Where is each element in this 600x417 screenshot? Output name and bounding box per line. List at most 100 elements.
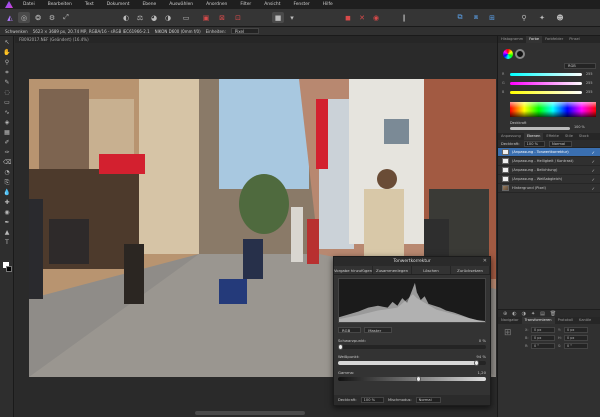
view-tool-icon[interactable]: ✋ — [3, 49, 11, 56]
zoom-tool-icon[interactable]: ⚲ — [3, 59, 11, 66]
menu-item-bearbeiten[interactable]: Bearbeiten — [48, 2, 72, 7]
red-eye-tool-icon[interactable]: ◉ — [3, 209, 11, 216]
delete-button[interactable]: Löschen — [412, 266, 451, 274]
add-layer-icon[interactable]: ⊕ — [503, 311, 507, 317]
flag-red-icon[interactable]: ◼ — [342, 12, 354, 23]
tab-swatches[interactable]: Farbfelder — [542, 36, 566, 43]
g-slider[interactable] — [510, 82, 582, 85]
crop-tool-icon[interactable]: ⌗ — [3, 69, 11, 76]
dropdown-chevron-icon[interactable]: ▾ — [286, 12, 298, 23]
b-slider[interactable] — [510, 91, 582, 94]
group-layer-icon[interactable]: ▤ — [540, 311, 545, 317]
rect-marquee-icon[interactable]: ▭ — [3, 99, 11, 106]
transform-field-x[interactable]: 0 px — [531, 327, 555, 333]
anchor-grid-icon[interactable]: ⊞ — [504, 328, 512, 338]
layer-opacity-field[interactable]: 100 % — [523, 140, 546, 147]
flood-fill-icon[interactable]: ◈ — [3, 119, 11, 126]
color-opacity-value[interactable]: 100 % — [574, 125, 585, 129]
blur-tool-icon[interactable]: 💧 — [3, 189, 11, 196]
gradient-tool-icon[interactable]: ▦ — [3, 129, 11, 136]
transform-field-w[interactable]: 0 px — [531, 335, 555, 341]
color-wheel-icon[interactable]: ◕ — [148, 12, 160, 23]
stroke-color-ring-icon[interactable] — [515, 49, 525, 59]
transform-field-h[interactable]: 0 px — [564, 335, 588, 341]
selection-invert-icon[interactable]: ⊡ — [232, 12, 244, 23]
paint-brush-icon[interactable]: ✐ — [3, 139, 11, 146]
arrange-front-icon[interactable]: ⧉ — [454, 12, 466, 23]
menu-item-hilfe[interactable]: Hilfe — [323, 2, 333, 7]
white-point-slider[interactable] — [338, 360, 486, 366]
horizontal-scrollbar[interactable] — [195, 411, 305, 415]
tab-color[interactable]: Farbe — [526, 36, 543, 43]
pen-tool-icon[interactable]: ✒ — [3, 219, 11, 226]
tab-channels[interactable]: Kanäle — [576, 317, 594, 324]
merge-button[interactable]: Zusammenlegen — [373, 266, 412, 274]
menu-item-dokument[interactable]: Dokument — [107, 2, 130, 7]
tab-layers[interactable]: Ebenen — [523, 133, 544, 140]
color-replace-icon[interactable]: ✑ — [3, 149, 11, 156]
mode-dropdown[interactable]: Master — [364, 327, 393, 333]
group-icon[interactable]: ⊞ — [486, 12, 498, 23]
healing-tool-icon[interactable]: ✚ — [3, 199, 11, 206]
fx-layer-icon[interactable]: ✦ — [531, 311, 535, 317]
develop-persona-icon[interactable]: ⚙ — [46, 12, 58, 23]
delete-layer-icon[interactable]: 🗑 — [550, 311, 556, 317]
tab-transform[interactable]: Transformieren — [521, 317, 555, 324]
gamma-value[interactable]: 1,20 — [478, 370, 486, 375]
snap-icon[interactable]: ⚲ — [518, 12, 530, 23]
menu-item-fenster[interactable]: Fenster — [293, 2, 309, 7]
fill-color-wheel-icon[interactable] — [503, 49, 513, 59]
layer-blend-dropdown[interactable]: Normal — [549, 140, 573, 147]
color-opacity-slider[interactable] — [510, 127, 570, 130]
balance-icon[interactable]: ⚖ — [134, 12, 146, 23]
transform-field-y[interactable]: 0 px — [564, 327, 588, 333]
erase-tool-icon[interactable]: ⌫ — [3, 159, 11, 166]
text-tool-icon[interactable]: T — [3, 239, 11, 246]
flag-target-icon[interactable]: ◉ — [370, 12, 382, 23]
menu-item-datei[interactable]: Datei — [23, 2, 35, 7]
tab-history[interactable]: Protokoll — [555, 317, 576, 324]
menu-item-text[interactable]: Text — [85, 2, 94, 7]
rectangle-select-icon[interactable]: ▭ — [180, 12, 192, 23]
user-icon[interactable]: ☻ — [554, 12, 566, 23]
document-tab[interactable]: FB092017.NEF (Geändert) (16.4%) — [15, 36, 497, 43]
menu-item-filter[interactable]: Filter — [240, 2, 251, 7]
selection-clear-icon[interactable]: ⊠ — [216, 12, 228, 23]
visibility-check-icon[interactable]: ✓ — [592, 186, 595, 191]
add-preset-button[interactable]: Vorgabe hinzufügen — [334, 266, 373, 274]
quick-mask-icon[interactable]: ■ — [272, 12, 284, 23]
visibility-check-icon[interactable]: ✓ — [592, 168, 595, 173]
menu-item-ansicht[interactable]: Ansicht — [264, 2, 280, 7]
menu-item-auswaehlen[interactable]: Auswählen — [169, 2, 193, 7]
contrast-icon[interactable]: ◐ — [120, 12, 132, 23]
dialog-titlebar[interactable]: Tonwertkorrektur ✕ — [334, 257, 490, 266]
arrange-back-icon[interactable]: ⧈ — [470, 12, 482, 23]
r-slider[interactable] — [510, 73, 582, 76]
color-spectrum[interactable] — [510, 102, 596, 117]
secondary-color-swatch[interactable] — [6, 266, 12, 272]
opacity-field[interactable]: 100 % — [360, 397, 385, 403]
photo-persona-icon[interactable]: ◎ — [18, 12, 30, 23]
gamma-slider[interactable] — [338, 376, 486, 382]
units-dropdown[interactable]: Pixel — [230, 28, 260, 34]
gamma-knob[interactable] — [416, 376, 422, 382]
tab-adjustment[interactable]: Anpassung — [498, 133, 524, 140]
layer-item[interactable]: (Anpassung - Weißabgleich) ✓ — [498, 175, 600, 184]
visibility-check-icon[interactable]: ✓ — [592, 177, 595, 182]
layer-item[interactable]: Hintergrund (Pixel) ✓ — [498, 184, 600, 193]
liquify-persona-icon[interactable]: ❂ — [32, 12, 44, 23]
transform-field-s[interactable]: 0 ° — [564, 343, 588, 349]
dodge-tool-icon[interactable]: ◔ — [3, 169, 11, 176]
eyedropper-tool-icon[interactable]: ✎ — [3, 79, 11, 86]
pin-icon[interactable]: ❙ — [398, 12, 410, 23]
move-tool-icon[interactable]: ↖ — [3, 39, 11, 46]
mask-icon[interactable]: ▣ — [200, 12, 212, 23]
transform-field-r[interactable]: 0 ° — [531, 343, 555, 349]
shape-tool-icon[interactable]: ▲ — [3, 229, 11, 236]
menu-item-anordnen[interactable]: Anordnen — [206, 2, 227, 7]
r-value[interactable]: 255 — [586, 72, 592, 76]
visibility-check-icon[interactable]: ✓ — [592, 150, 595, 155]
color-mode-dropdown[interactable]: RGB — [564, 63, 596, 69]
freehand-select-icon[interactable]: ∿ — [3, 109, 11, 116]
white-point-value[interactable]: 94 % — [476, 354, 486, 359]
